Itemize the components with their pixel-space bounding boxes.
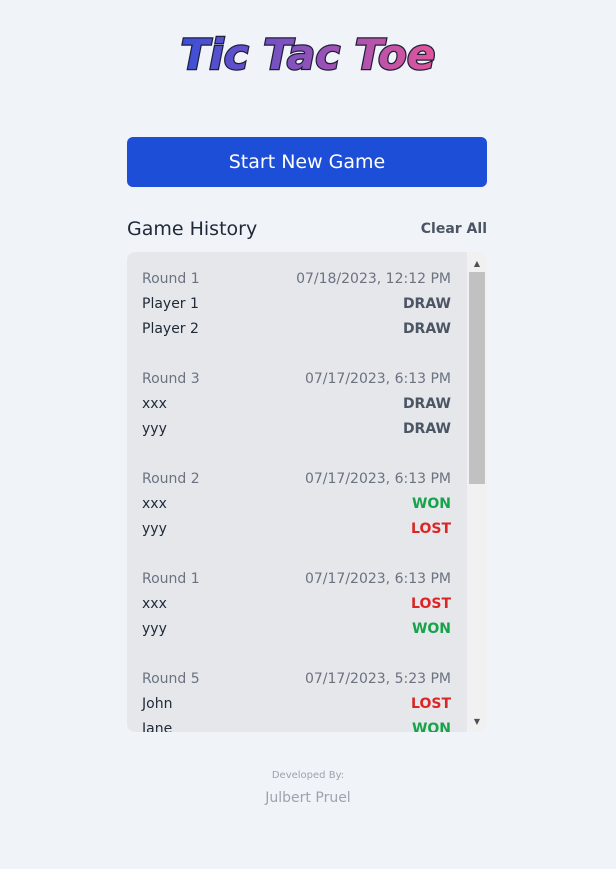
player-row: Player 2 DRAW xyxy=(142,316,451,341)
round-datetime: 07/17/2023, 6:13 PM xyxy=(304,370,451,387)
player-result-badge: LOST xyxy=(411,520,451,537)
player-row: John LOST xyxy=(142,691,451,716)
footer: Developed By: Julbert Pruel xyxy=(0,770,616,806)
history-list[interactable]: Round 1 07/18/2023, 12:12 PM Player 1 DRAW P… xyxy=(127,252,467,733)
round-meta: Round 2 07/17/2023, 6:13 PM xyxy=(142,466,451,491)
round-datetime: 07/17/2023, 6:13 PM xyxy=(304,570,451,587)
player-result-badge: LOST xyxy=(411,595,451,612)
developer-name: Julbert Pruel xyxy=(265,790,351,806)
round-meta: Round 1 07/17/2023, 6:13 PM xyxy=(142,566,451,591)
player-name: John xyxy=(142,695,173,712)
round-label: Round 3 xyxy=(142,370,200,387)
app-logo: Tic Tac Toe xyxy=(0,26,616,86)
round-label: Round 5 xyxy=(142,670,200,687)
history-header: Game History Clear All xyxy=(127,216,487,242)
logo-text: Tic Tac Toe xyxy=(181,30,436,79)
player-name: xxx xyxy=(142,595,167,612)
player-result-badge: WON xyxy=(411,720,451,733)
history-round: Round 2 07/17/2023, 6:13 PM xxx WON yyy LOST xyxy=(142,466,451,541)
player-row: yyy LOST xyxy=(142,516,451,541)
player-result-badge: LOST xyxy=(411,695,451,712)
player-name: xxx xyxy=(142,395,167,412)
scroll-down-icon[interactable]: ▼ xyxy=(467,712,487,730)
player-result-badge: DRAW xyxy=(402,320,451,337)
history-round: Round 5 07/17/2023, 5:23 PM John LOST Jane WO… xyxy=(142,666,451,733)
round-datetime: 07/17/2023, 5:23 PM xyxy=(304,670,451,687)
round-label: Round 2 xyxy=(142,470,200,487)
player-name: Player 2 xyxy=(142,320,199,337)
round-meta: Round 5 07/17/2023, 5:23 PM xyxy=(142,666,451,691)
player-row: xxx WON xyxy=(142,491,451,516)
scroll-thumb[interactable] xyxy=(469,272,485,484)
history-title: Game History xyxy=(127,218,258,240)
player-row: xxx DRAW xyxy=(142,391,451,416)
player-result-badge: WON xyxy=(411,620,451,637)
player-name: Jane xyxy=(142,720,173,733)
start-new-game-button[interactable]: Start New Game xyxy=(127,137,487,187)
player-name: yyy xyxy=(142,520,167,537)
scroll-up-icon[interactable]: ▲ xyxy=(467,254,487,272)
history-scrollbar[interactable]: ▲ ▼ xyxy=(467,252,487,732)
history-round: Round 1 07/18/2023, 12:12 PM Player 1 DRAW P… xyxy=(142,266,451,341)
clear-all-button[interactable]: Clear All xyxy=(421,221,487,237)
round-meta: Round 3 07/17/2023, 6:13 PM xyxy=(142,366,451,391)
history-round: Round 1 07/17/2023, 6:13 PM xxx LOST yyy WON xyxy=(142,566,451,641)
player-name: Player 1 xyxy=(142,295,199,312)
player-result-badge: WON xyxy=(411,495,451,512)
player-row: yyy WON xyxy=(142,616,451,641)
player-name: yyy xyxy=(142,620,167,637)
history-round: Round 3 07/17/2023, 6:13 PM xxx DRAW yyy DRAW xyxy=(142,366,451,441)
round-datetime: 07/17/2023, 6:13 PM xyxy=(304,470,451,487)
player-name: yyy xyxy=(142,420,167,437)
player-result-badge: DRAW xyxy=(402,420,451,437)
player-row: Player 1 DRAW xyxy=(142,291,451,316)
round-label: Round 1 xyxy=(142,270,200,287)
player-name: xxx xyxy=(142,495,167,512)
player-row: Jane WON xyxy=(142,716,451,733)
player-row: yyy DRAW xyxy=(142,416,451,441)
player-row: xxx LOST xyxy=(142,591,451,616)
history-panel[interactable]: Round 1 07/18/2023, 12:12 PM Player 1 DRAW P… xyxy=(127,252,487,732)
logo-wordmark: Tic Tac Toe xyxy=(179,29,436,81)
developed-by-label: Developed By: xyxy=(271,770,345,781)
round-label: Round 1 xyxy=(142,570,200,587)
player-result-badge: DRAW xyxy=(402,295,451,312)
round-meta: Round 1 07/18/2023, 12:12 PM xyxy=(142,266,451,291)
round-datetime: 07/18/2023, 12:12 PM xyxy=(296,270,451,287)
player-result-badge: DRAW xyxy=(402,395,451,412)
